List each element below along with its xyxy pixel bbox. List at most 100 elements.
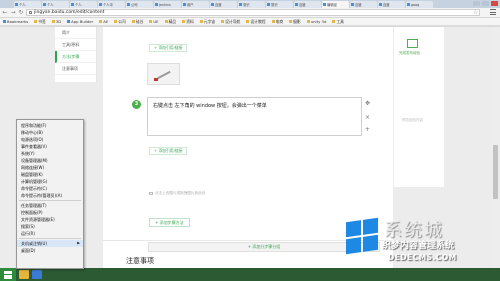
bookmark-item[interactable]: 设计教程 bbox=[246, 18, 266, 25]
bookmark-item[interactable]: 书签 bbox=[34, 19, 46, 25]
step-text-field[interactable]: 右键点击 左下角的 window 按钮，会弹出一个菜单 bbox=[147, 97, 362, 136]
bookmark-item[interactable]: 设计导航 bbox=[221, 19, 240, 25]
publish-icon[interactable] bbox=[407, 39, 418, 48]
tab-label: 百度 bbox=[299, 3, 306, 7]
browser-tab[interactable]: 常识 bbox=[266, 1, 293, 8]
file-explorer-icon[interactable] bbox=[19, 270, 29, 279]
folder-icon bbox=[51, 20, 55, 23]
browser-icon[interactable] bbox=[32, 270, 42, 279]
step-image-thumbnail[interactable] bbox=[147, 63, 180, 85]
tab-favicon-icon bbox=[15, 3, 18, 6]
menu-item-task-manager[interactable]: 任务管理器(T) bbox=[17, 202, 83, 209]
browser-tab[interactable]: 用户 bbox=[182, 1, 209, 8]
menu-item-run[interactable]: 运行(R) bbox=[17, 230, 83, 237]
menu-item-mobility-center[interactable]: 移动中心(B) bbox=[17, 129, 83, 136]
bookmark-item[interactable]: 工具 bbox=[332, 19, 344, 25]
menu-item-programs[interactable]: 程序和功能(F) bbox=[17, 122, 83, 129]
move-step-icon[interactable]: ✥ bbox=[365, 100, 370, 107]
windows-logo-icon bbox=[346, 217, 378, 255]
bookmark-item[interactable]: 电商 bbox=[271, 19, 283, 25]
bookmark-item[interactable]: 摄影 bbox=[289, 19, 301, 25]
section-nav-notes[interactable]: 注意事项 bbox=[55, 63, 96, 75]
browser-tab[interactable]: 百度 bbox=[210, 1, 237, 8]
browser-tab[interactable]: Jenkins bbox=[154, 1, 181, 8]
watermark-subtitle: 织梦内容管理系统 bbox=[382, 241, 455, 251]
submenu-arrow-icon: ▶ bbox=[77, 241, 80, 245]
menu-item-computer-management[interactable]: 计算机管理(G) bbox=[17, 178, 83, 185]
tab-label: 编辑经 bbox=[327, 3, 337, 7]
add-link-button[interactable]: + 添加引用/链接 bbox=[149, 147, 188, 155]
bookmark-label: 设计教程 bbox=[250, 18, 266, 24]
tab-favicon-icon bbox=[351, 3, 354, 6]
section-nav-tools[interactable]: 工具/原料 bbox=[55, 39, 96, 51]
add-step-button[interactable]: + 添加步骤方法 bbox=[149, 218, 190, 227]
back-icon[interactable]: ← bbox=[2, 9, 8, 16]
menu-item-file-explorer[interactable]: 文件资源管理器(E) bbox=[17, 216, 83, 223]
menu-item-label: 关机或注销(U) bbox=[21, 241, 48, 246]
publish-label[interactable]: 完成发布经验 bbox=[399, 51, 420, 56]
url-input[interactable]: jingyan.baidu.com/edit/content bbox=[26, 9, 480, 16]
menu-item-shutdown[interactable]: 关机或注销(U) ▶ bbox=[17, 240, 83, 247]
minimize-icon[interactable] bbox=[473, 1, 480, 6]
tab-favicon-icon bbox=[155, 3, 158, 6]
menu-item-power-options[interactable]: 电源选项(O) bbox=[17, 136, 83, 143]
browser-tab[interactable]: 常识 bbox=[238, 1, 265, 8]
menu-item-event-viewer[interactable]: 事件查看器(V) bbox=[17, 143, 83, 150]
browser-tab[interactable]: goog bbox=[406, 1, 433, 8]
tab-label: 公司 bbox=[131, 3, 138, 7]
forward-icon[interactable]: → bbox=[10, 9, 16, 16]
menu-separator bbox=[19, 238, 81, 239]
maximize-icon[interactable] bbox=[482, 1, 489, 6]
bookmark-item[interactable]: UE bbox=[149, 19, 159, 24]
bookmark-item[interactable]: Bookmarks bbox=[3, 19, 28, 24]
browser-tab[interactable]: 百度 bbox=[378, 1, 405, 8]
browser-tab[interactable]: 个人 bbox=[70, 1, 97, 8]
section-nav-steps[interactable]: 方法/步骤 bbox=[55, 51, 96, 63]
browser-tab[interactable]: 个人 bbox=[14, 1, 41, 8]
browser-menu-icon[interactable] bbox=[490, 9, 496, 15]
browser-tab[interactable]: 个人 bbox=[42, 1, 69, 8]
browser-tab[interactable]: 百度 bbox=[350, 1, 377, 8]
menu-item-network-connections[interactable]: 网络连接(W) bbox=[17, 164, 83, 171]
tab-label: goog bbox=[411, 2, 420, 7]
bookmark-item[interactable]: AE bbox=[99, 19, 108, 24]
close-icon[interactable] bbox=[491, 1, 498, 6]
menu-item-search[interactable]: 搜索(S) bbox=[17, 223, 83, 230]
bookmark-label: 资料 bbox=[186, 18, 194, 24]
menu-item-command-prompt-admin[interactable]: 命令提示符(管理员)(A) bbox=[17, 192, 83, 199]
upload-image-hint[interactable]: 点击上传图片或拖拽图片到此处 bbox=[149, 191, 205, 196]
browser-tab[interactable]: 个人中 bbox=[98, 1, 125, 8]
bookmark-item[interactable]: 元字宙 bbox=[199, 19, 215, 25]
browser-tab[interactable]: 公司 bbox=[126, 1, 153, 8]
browser-tab-active[interactable]: 编辑经 bbox=[322, 1, 349, 8]
bookmark-item[interactable]: 资料 bbox=[182, 19, 194, 25]
menu-item-disk-management[interactable]: 磁盘管理(K) bbox=[17, 171, 83, 178]
bookmark-item[interactable]: unity 3d bbox=[306, 19, 326, 24]
delete-step-icon[interactable]: × bbox=[365, 114, 370, 121]
start-button[interactable] bbox=[0, 268, 16, 281]
bookmark-item[interactable]: 3D bbox=[51, 19, 61, 24]
camera-icon bbox=[149, 192, 153, 195]
bookmark-item[interactable]: 精品 bbox=[164, 19, 176, 25]
bookmark-star-icon[interactable]: ☆ bbox=[473, 9, 478, 16]
windows-logo-icon bbox=[4, 270, 12, 279]
add-step-icon[interactable]: + bbox=[365, 126, 370, 133]
section-nav-intro[interactable]: 简介 bbox=[55, 27, 96, 39]
reload-icon[interactable]: ↻ bbox=[18, 9, 24, 16]
menu-item-command-prompt[interactable]: 命令提示符(C) bbox=[17, 185, 83, 192]
tab-favicon-icon bbox=[211, 3, 214, 6]
folder-icon bbox=[131, 20, 135, 23]
bookmark-label: 公司 bbox=[118, 18, 126, 24]
scrollbar-thumb[interactable] bbox=[493, 145, 498, 199]
browser-tab[interactable]: 百度 bbox=[294, 1, 321, 8]
menu-item-device-manager[interactable]: 设备管理器(M) bbox=[17, 157, 83, 164]
add-link-button[interactable]: + 添加引用/链接 bbox=[149, 44, 188, 52]
tab-favicon-icon bbox=[183, 3, 186, 6]
bookmark-label: 书签 bbox=[38, 18, 46, 24]
menu-item-desktop[interactable]: 桌面(D) bbox=[17, 247, 83, 254]
bookmark-item[interactable]: 硅谷 bbox=[131, 19, 143, 25]
bookmark-item[interactable]: 公司 bbox=[114, 19, 126, 25]
bookmark-item[interactable]: App Builder bbox=[67, 19, 93, 24]
menu-item-control-panel[interactable]: 控制面板(P) bbox=[17, 209, 83, 216]
menu-item-system[interactable]: 系统(Y) bbox=[17, 150, 83, 157]
